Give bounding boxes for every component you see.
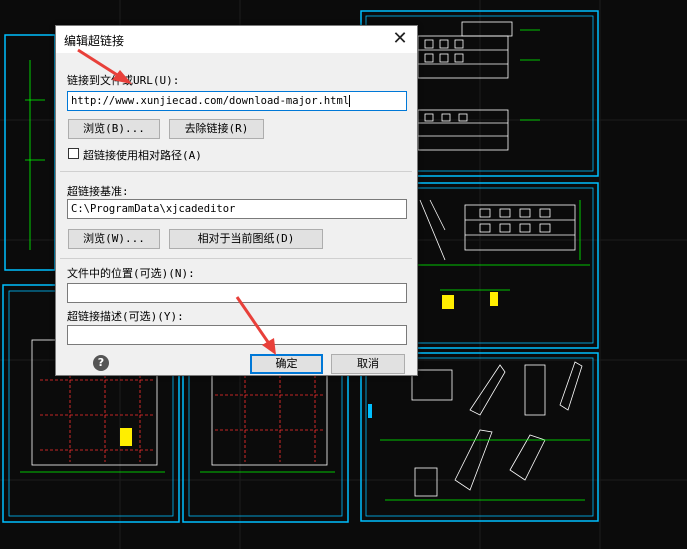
dialog-title: 编辑超链接	[64, 34, 125, 48]
description-input[interactable]	[67, 325, 407, 345]
url-label: 链接到文件或URL(U):	[67, 74, 180, 87]
relative-to-drawing-button[interactable]: 相对于当前图纸(D)	[169, 229, 323, 249]
location-input[interactable]	[67, 283, 407, 303]
relative-path-checkbox[interactable]	[68, 148, 79, 159]
base-label: 超链接基准:	[67, 185, 129, 198]
url-input[interactable]: http://www.xunjiecad.com/download-major.…	[67, 91, 407, 111]
relative-path-label: 超链接使用相对路径(A)	[83, 149, 202, 162]
browse-base-button[interactable]: 浏览(W)...	[68, 229, 160, 249]
edit-hyperlink-dialog: 编辑超链接 ✕ 链接到文件或URL(U): http://www.xunjiec…	[55, 25, 418, 376]
help-icon[interactable]: ?	[93, 355, 109, 371]
cancel-button[interactable]: 取消	[331, 354, 405, 374]
close-icon[interactable]: ✕	[391, 29, 409, 49]
location-label: 文件中的位置(可选)(N):	[67, 267, 195, 280]
separator	[60, 258, 412, 259]
remove-link-button[interactable]: 去除链接(R)	[169, 119, 264, 139]
base-input-value: C:\ProgramData\xjcadeditor	[71, 203, 236, 215]
description-label: 超链接描述(可选)(Y):	[67, 310, 184, 323]
ok-button[interactable]: 确定	[250, 354, 323, 374]
url-input-value: http://www.xunjiecad.com/download-major.…	[71, 95, 350, 107]
dialog-titlebar[interactable]: 编辑超链接 ✕	[56, 26, 417, 53]
base-input[interactable]: C:\ProgramData\xjcadeditor	[67, 199, 407, 219]
separator	[60, 171, 412, 172]
browse-file-button[interactable]: 浏览(B)...	[68, 119, 160, 139]
